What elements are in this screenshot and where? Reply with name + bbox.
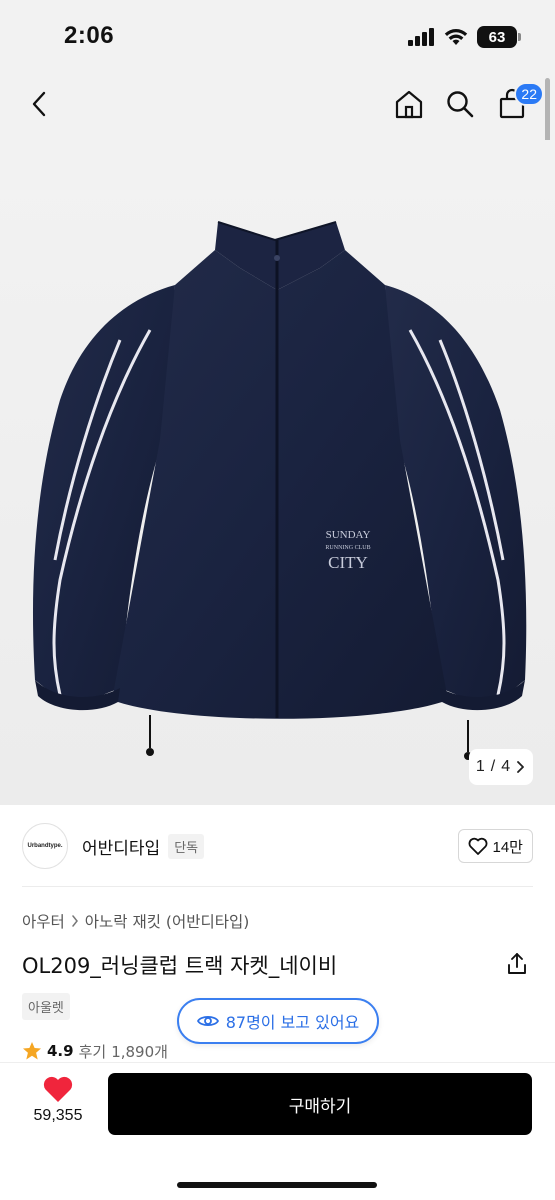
rating-score: 4.9 xyxy=(47,1042,74,1060)
wifi-icon xyxy=(444,29,468,45)
brand-like-count: 14만 xyxy=(492,838,524,856)
viewers-count-pill: 87명이 보고 있어요 xyxy=(177,998,379,1044)
review-count: 1,890개 xyxy=(111,1042,168,1061)
chevron-left-icon xyxy=(32,91,46,117)
cart-button[interactable]: 22 xyxy=(492,82,544,124)
rating-row[interactable]: 4.9 후기 1,890개 xyxy=(22,1040,168,1062)
search-icon xyxy=(447,91,474,118)
jacket-print-line3: CITY xyxy=(328,553,368,572)
brand-like-button[interactable]: 14만 xyxy=(457,829,533,863)
eye-icon xyxy=(196,1015,219,1027)
status-icons: 63 xyxy=(408,26,521,48)
star-icon xyxy=(23,1042,41,1060)
jacket-print-line1: SUNDAY xyxy=(326,529,371,541)
breadcrumb-subcategory[interactable]: 아노락 재킷 (어반디타입) xyxy=(85,910,250,932)
breadcrumb: 아우터 아노락 재킷 (어반디타입) xyxy=(22,910,249,932)
home-indicator xyxy=(177,1182,377,1188)
divider xyxy=(22,886,533,887)
outlet-tag: 아울렛 xyxy=(22,993,70,1020)
back-button[interactable] xyxy=(20,84,60,124)
review-label: 후기 xyxy=(78,1042,107,1061)
chevron-right-icon xyxy=(72,915,78,927)
search-button[interactable] xyxy=(440,84,480,124)
cart-count-badge: 22 xyxy=(514,82,544,106)
image-page-indicator[interactable]: 1 / 4 xyxy=(469,749,533,785)
share-icon xyxy=(508,953,526,974)
product-image-gallery[interactable]: SUNDAY RUNNING CLUB CITY 1 / 4 xyxy=(0,140,555,805)
bottom-purchase-bar: 59,355 구매하기 xyxy=(0,1062,555,1200)
jacket-print-line2: RUNNING CLUB xyxy=(325,545,370,551)
wishlist-button[interactable]: 59,355 xyxy=(22,1075,94,1125)
page-separator: / xyxy=(490,758,496,775)
status-bar: 2:06 63 xyxy=(0,0,555,70)
battery-indicator: 63 xyxy=(477,26,521,48)
status-time: 2:06 xyxy=(64,22,115,49)
product-title: OL209_러닝클럽 트랙 자켓_네이비 xyxy=(22,954,338,978)
wishlist-count: 59,355 xyxy=(33,1107,83,1124)
brand-name[interactable]: 어반디타입 xyxy=(82,834,160,859)
page-total: 4 xyxy=(501,758,511,775)
heart-outline-icon xyxy=(468,837,487,855)
chevron-right-icon xyxy=(517,761,525,773)
exclusive-tag: 단독 xyxy=(168,833,205,859)
cellular-signal-icon xyxy=(408,28,434,46)
buy-button[interactable]: 구매하기 xyxy=(108,1073,532,1135)
brand-logo[interactable]: Urbandtype. xyxy=(22,823,68,869)
product-image: SUNDAY RUNNING CLUB CITY xyxy=(32,221,527,760)
top-navigation: 22 xyxy=(0,70,555,140)
home-button[interactable] xyxy=(389,84,429,124)
heart-filled-icon xyxy=(43,1076,73,1102)
page-current: 1 xyxy=(475,758,485,775)
home-icon xyxy=(395,90,423,119)
brand-row: Urbandtype. 어반디타입 단독 14만 xyxy=(22,822,533,870)
share-button[interactable] xyxy=(503,950,531,978)
viewers-text: 87명이 보고 있어요 xyxy=(225,1013,360,1032)
breadcrumb-category[interactable]: 아우터 xyxy=(22,910,65,932)
brand-logo-text: Urbandtype. xyxy=(27,843,63,849)
